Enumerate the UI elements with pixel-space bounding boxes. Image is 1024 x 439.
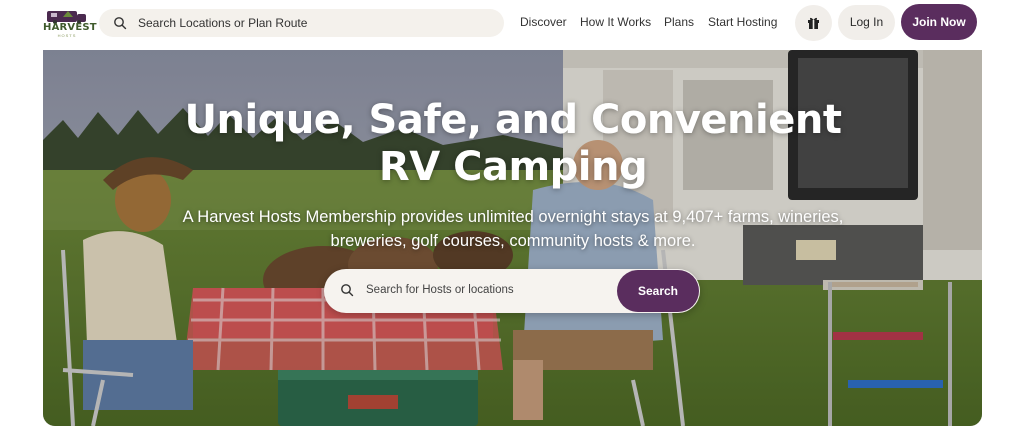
harvest-hosts-logo[interactable]: HARVEST HOSTS bbox=[43, 8, 97, 38]
hero-search-button[interactable]: Search bbox=[617, 270, 699, 312]
login-button[interactable]: Log In bbox=[838, 5, 895, 40]
logo-text: HARVEST bbox=[43, 22, 97, 33]
site-header: HARVEST HOSTS Search Locations or Plan R… bbox=[0, 0, 1024, 46]
hero-subtitle: A Harvest Hosts Membership provides unli… bbox=[182, 208, 844, 250]
header-search-input[interactable]: Search Locations or Plan Route bbox=[99, 9, 504, 37]
hero-search-input[interactable]: Search for Hosts or locations Search bbox=[324, 269, 700, 313]
nav-how-it-works[interactable]: How It Works bbox=[580, 15, 651, 29]
logo-subtext: HOSTS bbox=[57, 33, 77, 38]
hero-search-placeholder: Search for Hosts or locations bbox=[366, 284, 514, 296]
search-icon bbox=[114, 17, 127, 30]
gift-button[interactable] bbox=[795, 5, 832, 41]
join-now-button[interactable]: Join Now bbox=[901, 4, 977, 40]
nav-discover[interactable]: Discover bbox=[520, 15, 567, 29]
nav-plans[interactable]: Plans bbox=[664, 15, 694, 29]
header-search-placeholder: Search Locations or Plan Route bbox=[138, 16, 308, 30]
search-icon bbox=[341, 284, 354, 297]
gift-icon bbox=[808, 17, 819, 29]
hero-banner: Unique, Safe, and Convenient RV Camping … bbox=[43, 50, 982, 426]
hero-title: Unique, Safe, and Convenient RV Camping bbox=[184, 97, 842, 190]
nav-start-hosting[interactable]: Start Hosting bbox=[708, 15, 777, 29]
